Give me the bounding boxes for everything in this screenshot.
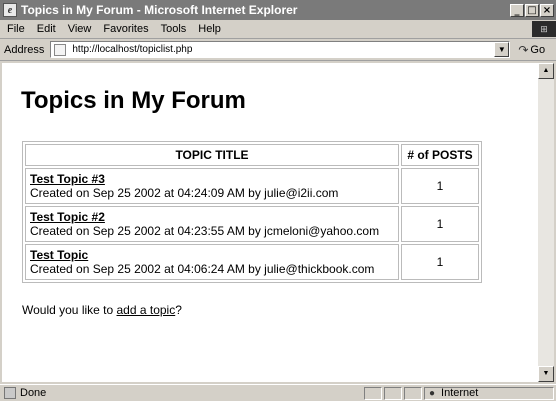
page-content: Topics in My Forum TOPIC TITLE # of POST… [2, 63, 538, 382]
zone-label: Internet [441, 387, 479, 399]
topic-cell: Test Topic #2 Created on Sep 25 2002 at … [25, 206, 399, 242]
menu-edit[interactable]: Edit [37, 23, 56, 35]
topic-meta: Created on Sep 25 2002 at 04:24:09 AM by… [30, 186, 339, 200]
menu-favorites[interactable]: Favorites [103, 23, 148, 35]
menu-bar: File Edit View Favorites Tools Help ⊞ [0, 20, 556, 39]
status-page-icon [4, 387, 16, 399]
address-label: Address [4, 43, 45, 56]
go-label: Go [530, 43, 546, 56]
header-post-count: # of POSTS [401, 144, 479, 166]
maximize-button[interactable]: □ [525, 3, 539, 17]
topic-cell: Test Topic #3 Created on Sep 25 2002 at … [25, 168, 399, 204]
topic-meta: Created on Sep 25 2002 at 04:23:55 AM by… [30, 224, 380, 238]
topic-meta: Created on Sep 25 2002 at 04:06:24 AM by… [30, 262, 375, 276]
go-button[interactable]: ↷ Go [518, 43, 545, 57]
ie-logo-icon: e [3, 3, 17, 17]
topics-table: TOPIC TITLE # of POSTS Test Topic #3 Cre… [22, 141, 482, 283]
header-topic-title: TOPIC TITLE [25, 144, 399, 166]
topic-cell: Test Topic Created on Sep 25 2002 at 04:… [25, 244, 399, 280]
status-panel [384, 386, 402, 400]
post-count: 1 [401, 206, 479, 242]
address-dropdown-button[interactable]: ▼ [494, 42, 510, 57]
add-topic-link[interactable]: add a topic [117, 303, 176, 317]
title-bar[interactable]: e Topics in My Forum - Microsoft Interne… [0, 0, 556, 20]
page-title: Topics in My Forum [21, 87, 246, 114]
minimize-button[interactable]: _ [510, 3, 524, 17]
table-row: Test Topic #3 Created on Sep 25 2002 at … [25, 168, 479, 204]
table-row: Test Topic #2 Created on Sep 25 2002 at … [25, 206, 479, 242]
prompt-end: ? [175, 303, 182, 317]
address-url[interactable]: http://localhost/topiclist.php [72, 44, 192, 55]
window-title: Topics in My Forum - Microsoft Internet … [21, 3, 298, 17]
windows-logo-icon: ⊞ [532, 21, 556, 37]
scroll-up-button[interactable]: ▲ [538, 63, 554, 79]
table-header-row: TOPIC TITLE # of POSTS [25, 144, 479, 166]
status-panel [404, 386, 422, 400]
go-arrow-icon: ↷ [518, 42, 529, 57]
post-count: 1 [401, 244, 479, 280]
scroll-down-button[interactable]: ▼ [538, 366, 554, 382]
menu-view[interactable]: View [68, 23, 92, 35]
add-topic-prompt: Would you like to add a topic? [22, 303, 182, 317]
browser-window: e Topics in My Forum - Microsoft Interne… [0, 0, 556, 401]
close-button[interactable]: × [540, 3, 554, 17]
table-row: Test Topic Created on Sep 25 2002 at 04:… [25, 244, 479, 280]
menu-help[interactable]: Help [198, 23, 221, 35]
topic-link[interactable]: Test Topic [30, 248, 88, 262]
prompt-text: Would you like to [22, 303, 117, 317]
status-panel [364, 386, 382, 400]
menu-tools[interactable]: Tools [161, 23, 187, 35]
topic-link[interactable]: Test Topic #3 [30, 172, 105, 186]
topic-link[interactable]: Test Topic #2 [30, 210, 105, 224]
internet-zone-icon: ● [429, 387, 436, 399]
post-count: 1 [401, 168, 479, 204]
address-input[interactable]: http://localhost/topiclist.php ▼ [50, 41, 511, 58]
window-controls: _ □ × [509, 3, 554, 17]
address-bar: Address http://localhost/topiclist.php ▼… [0, 39, 556, 61]
menu-file[interactable]: File [7, 23, 25, 35]
page-icon [54, 43, 67, 56]
status-text: Done [20, 387, 47, 399]
status-bar: Done ● Internet [0, 384, 556, 401]
vertical-scrollbar[interactable]: ▲ ▼ [538, 63, 554, 382]
security-zone: ● Internet [424, 386, 554, 400]
